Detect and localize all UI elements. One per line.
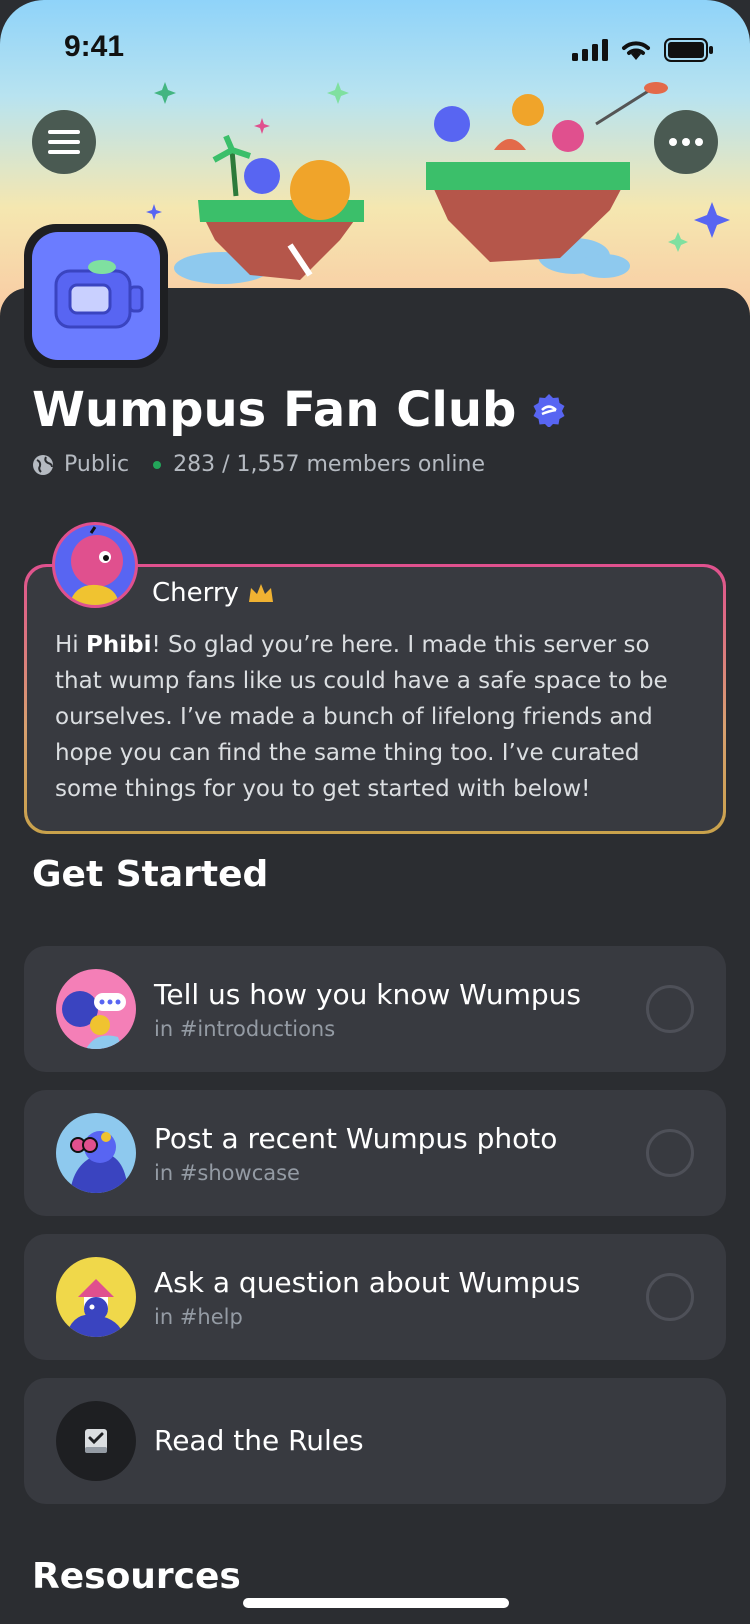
rules-icon-container xyxy=(56,1401,136,1481)
task-channel: in #help xyxy=(154,1305,243,1329)
showcase-illustration xyxy=(56,1113,136,1193)
online-indicator xyxy=(153,460,162,469)
menu-button[interactable] xyxy=(32,110,96,174)
task-read-rules[interactable]: Read the Rules xyxy=(24,1378,726,1504)
crown-icon xyxy=(248,584,273,602)
task-title: Post a recent Wumpus photo xyxy=(154,1122,558,1155)
wumpus-camera-icon xyxy=(54,260,144,329)
status-icons xyxy=(572,38,714,62)
status-time: 9:41 xyxy=(64,30,125,63)
author-name: Cherry xyxy=(152,578,275,608)
server-name: Wumpus Fan Club xyxy=(32,382,517,438)
ellipsis-icon xyxy=(669,138,703,146)
task-channel: in #showcase xyxy=(154,1161,300,1185)
more-options-button[interactable] xyxy=(654,110,718,174)
status-bar: 9:41 xyxy=(0,0,750,100)
task-checkbox[interactable] xyxy=(646,1273,694,1321)
task-title: Tell us how you know Wumpus xyxy=(154,978,581,1011)
member-count: 283 / 1,557 members online xyxy=(173,452,485,477)
server-title: Wumpus Fan Club xyxy=(32,382,566,438)
battery-icon xyxy=(664,38,713,62)
task-checkbox[interactable] xyxy=(646,985,694,1033)
welcome-card: Hi Phibi! So glad you’re here. I made th… xyxy=(24,564,726,834)
help-illustration xyxy=(56,1257,136,1337)
task-checkbox[interactable] xyxy=(646,1129,694,1177)
task-showcase[interactable]: Post a recent Wumpus photo in #showcase xyxy=(24,1090,726,1216)
task-title: Read the Rules xyxy=(154,1424,364,1457)
wifi-icon xyxy=(622,41,650,60)
server-meta: Public 283 / 1,557 members online xyxy=(32,452,485,477)
task-avatar xyxy=(56,969,136,1049)
hamburger-icon xyxy=(48,130,80,154)
task-avatar xyxy=(56,1257,136,1337)
task-help[interactable]: Ask a question about Wumpus in #help xyxy=(24,1234,726,1360)
task-avatar xyxy=(56,1113,136,1193)
cherry-avatar-image xyxy=(55,525,135,605)
visibility-label: Public xyxy=(64,452,130,477)
cellular-signal-icon xyxy=(572,39,608,61)
verified-badge-icon xyxy=(533,394,565,427)
task-introductions[interactable]: Tell us how you know Wumpus in #introduc… xyxy=(24,946,726,1072)
greeting-name: Phibi xyxy=(86,632,152,658)
resources-heading: Resources xyxy=(32,1556,241,1597)
task-title: Ask a question about Wumpus xyxy=(154,1266,581,1299)
server-icon xyxy=(24,224,168,368)
rules-book-icon xyxy=(85,1429,107,1453)
get-started-heading: Get Started xyxy=(32,854,269,895)
introductions-illustration xyxy=(56,969,136,1049)
globe-icon xyxy=(33,454,53,475)
welcome-message: Hi Phibi! So glad you’re here. I made th… xyxy=(55,632,668,802)
task-channel: in #introductions xyxy=(154,1017,336,1041)
author-avatar[interactable] xyxy=(52,522,138,608)
home-indicator[interactable] xyxy=(243,1598,509,1608)
